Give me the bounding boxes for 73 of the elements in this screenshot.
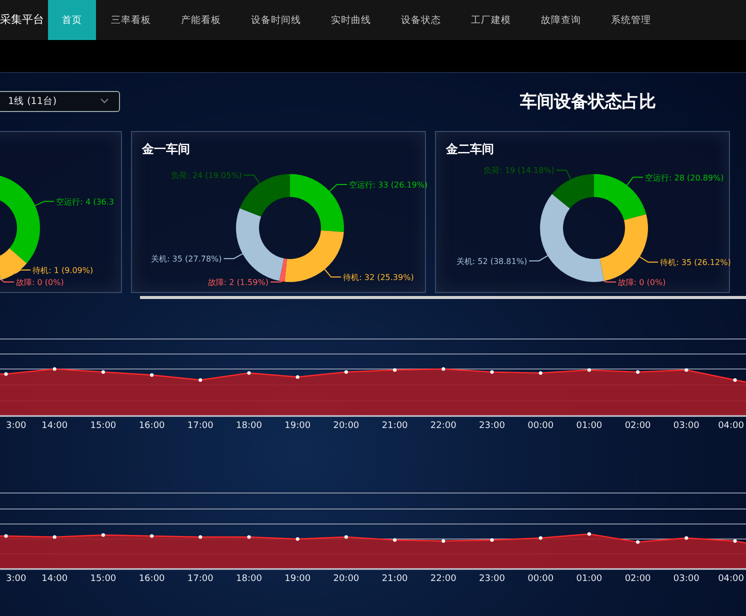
time-label: 01:00 [576,421,602,431]
slice-label: 故障: 0 (0%) [16,278,64,287]
app-title: 采集平台 [0,12,45,28]
time-label: 17:00 [187,421,214,431]
slice-label: 故障: 2 (1.59%) [208,278,268,287]
leader-line [324,268,342,278]
time-label: 00:00 [528,574,554,584]
time-label: 3:00 [6,574,26,584]
slice-label: 空运行: 33 (26.19%) [348,180,428,190]
time-label: 04:00 [718,574,744,584]
slice-label: 关机: 52 (38.81%) [456,256,528,266]
horizontal-scrollbar[interactable] [140,296,746,299]
time-label: 22:00 [430,421,456,431]
slice-label: 空运行: 4 (36.3 [56,197,114,206]
nav-tab[interactable]: 设备时间线 [236,0,316,40]
time-label: 19:00 [284,421,311,431]
slice-label: 故障: 0 (0%) [618,278,666,287]
leader-line [528,255,548,262]
slice-label: 负荷: 19 (14.18%) [484,166,554,176]
time-label: 15:00 [90,574,116,584]
leader-line [639,256,659,263]
time-label: 23:00 [479,574,505,584]
chevron-down-icon [100,98,109,104]
time-label: 21:00 [382,421,408,431]
nav-tab[interactable]: 三率看板 [96,0,166,40]
time-label: 16:00 [138,421,165,431]
nav-tab[interactable]: 工厂建模 [456,0,526,40]
leader-line [329,184,348,192]
time-label: 21:00 [382,574,408,584]
nav-tab[interactable]: 实时曲线 [316,0,386,40]
time-label: 22:00 [430,574,456,584]
time-label: 14:00 [42,574,68,584]
time-label: 14:00 [42,421,68,431]
leader-line [270,280,282,282]
leader-line [604,280,616,282]
slice-label: 待机: 1 (9.09%) [32,266,94,275]
time-label: 18:00 [236,574,262,584]
time-label: 02:00 [624,421,651,431]
slice-label: 待机: 35 (26.12%) [660,258,731,268]
leader-line [14,270,32,274]
time-label: 20:00 [333,574,360,584]
leader-line [556,170,572,180]
time-label: 16:00 [138,574,165,584]
nav-tab[interactable]: 产能看板 [166,0,236,40]
leader-line [0,279,15,282]
line-dropdown[interactable]: 1线 (11台) [0,90,120,112]
workshop-title: 金一车间 [142,141,190,158]
time-label: 00:00 [528,421,554,431]
time-label: 03:00 [673,574,700,584]
slice-label: 空运行: 28 (20.89%) [645,173,724,182]
time-label: 17:00 [187,574,214,584]
time-label: 3:00 [6,421,26,431]
time-label: 02:00 [624,574,651,584]
nav-tab[interactable]: 故障查询 [526,0,596,40]
slice-label: 关机: 35 (27.78%) [151,254,222,264]
nav-tab[interactable]: 系统管理 [596,0,666,40]
nav-tab[interactable]: 设备状态 [386,0,456,40]
slice-label: 待机: 32 (25.39%) [343,273,414,282]
slice-label: 负荷: 24 (19.05%) [171,171,242,180]
leader-line [223,253,244,260]
time-label: 23:00 [479,421,505,431]
leader-line [34,200,55,206]
time-label: 20:00 [333,421,360,431]
time-label: 19:00 [284,574,311,584]
leader-line [243,174,260,184]
time-label: 15:00 [90,421,116,431]
section-title: 车间设备状态占比 [520,90,656,112]
time-label: 18:00 [236,421,262,431]
time-label: 01:00 [576,574,602,584]
time-label: 04:00 [718,421,744,431]
time-label: 03:00 [673,421,700,431]
workshop-title: 金二车间 [446,141,494,158]
leader-line [626,176,644,186]
